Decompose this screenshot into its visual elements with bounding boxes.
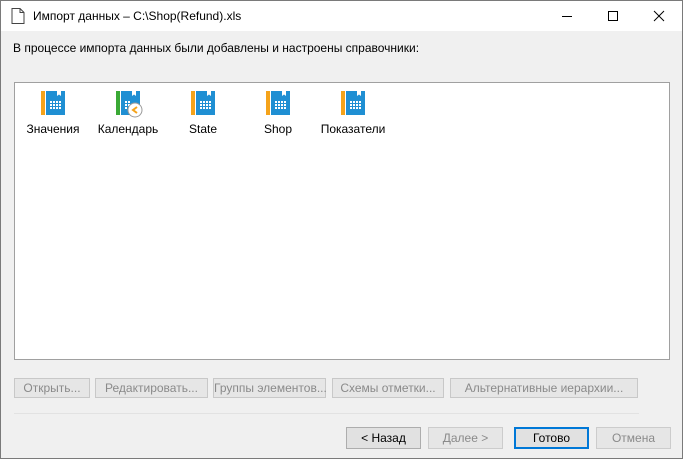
dictionary-icon	[266, 89, 290, 117]
dictionary-label: Показатели	[320, 122, 386, 136]
dictionary-icon	[191, 89, 215, 117]
document-icon	[11, 8, 25, 24]
element-groups-button[interactable]: Группы элементов...	[213, 378, 327, 398]
close-icon	[653, 10, 665, 22]
dictionary-item-indicators[interactable]: Показатели	[315, 89, 391, 137]
window-title: Импорт данных – C:\Shop(Refund).xls	[33, 9, 242, 23]
close-button[interactable]	[636, 1, 682, 31]
dictionaries-list[interactable]: Значения Календарь State Shop Показатели	[14, 82, 670, 360]
selection-schemes-button[interactable]: Схемы отметки...	[332, 378, 444, 398]
back-button[interactable]: < Назад	[346, 427, 421, 449]
separator	[14, 413, 639, 414]
title-bar: Импорт данных – C:\Shop(Refund).xls	[1, 1, 682, 31]
dictionary-icon	[41, 89, 65, 117]
calendar-dictionary-icon	[116, 89, 143, 118]
open-button[interactable]: Открыть...	[14, 378, 90, 398]
minimize-button[interactable]	[544, 1, 590, 31]
finish-button[interactable]: Готово	[514, 427, 589, 449]
intro-text: В процессе импорта данных были добавлены…	[13, 41, 420, 55]
cancel-button[interactable]: Отмена	[596, 427, 671, 449]
alternative-hierarchies-button[interactable]: Альтернативные иерархии...	[450, 378, 638, 398]
edit-button[interactable]: Редактировать...	[95, 378, 208, 398]
import-wizard-window: Импорт данных – C:\Shop(Refund).xls В пр…	[0, 0, 683, 459]
maximize-icon	[608, 11, 618, 21]
maximize-button[interactable]	[590, 1, 636, 31]
minimize-icon	[562, 16, 572, 17]
dictionary-icon	[341, 89, 365, 117]
next-button[interactable]: Далее >	[428, 427, 503, 449]
